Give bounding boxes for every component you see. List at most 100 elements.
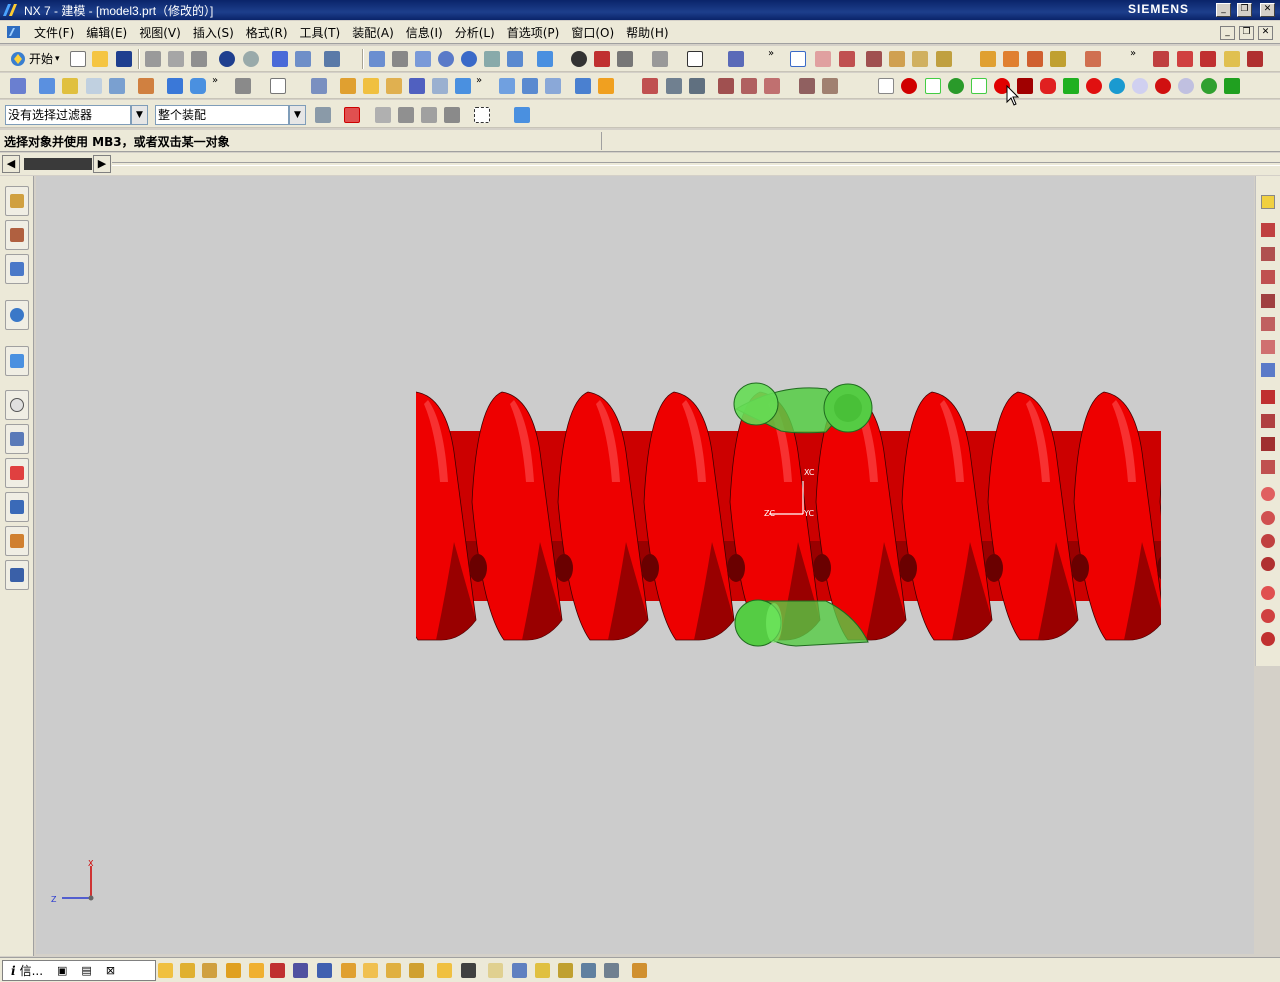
undo-icon[interactable] [219,51,235,67]
detail-view-icon[interactable] [535,963,550,978]
zoom-in-icon[interactable] [438,51,454,67]
balloon-icon[interactable] [341,963,356,978]
fillet-curve-icon[interactable] [1224,51,1240,67]
offset-curve-icon[interactable] [741,78,757,94]
paste-icon[interactable] [191,51,207,67]
offset-face-icon[interactable] [499,78,515,94]
mid-point-icon[interactable] [839,51,855,67]
mate-component-icon[interactable] [1027,51,1043,67]
red-cylinder-icon[interactable] [1040,78,1056,94]
open-file-icon[interactable] [92,51,108,67]
scroll-left-button[interactable]: ◀ [2,155,20,173]
render-style-icon[interactable] [571,51,587,67]
arc-center-icon[interactable] [1261,460,1275,474]
arc-three-point-icon[interactable] [1261,390,1275,404]
hole-icon[interactable] [138,78,154,94]
bisector-line-icon[interactable] [1261,340,1275,354]
circle-three-point-icon[interactable] [1261,632,1275,646]
red-gear-icon[interactable] [1155,78,1171,94]
note-icon[interactable] [202,963,217,978]
view-icon[interactable] [488,963,503,978]
reuse-library-tab[interactable] [5,300,29,330]
hatch-icon[interactable] [386,963,401,978]
document-minimize-button[interactable]: _ [1220,26,1235,40]
system-scene-tab[interactable] [5,560,29,590]
tile-window-icon[interactable]: ▣ [57,964,67,977]
shaded-icon[interactable] [594,51,610,67]
toolbar-overflow-icon[interactable]: » [476,75,482,86]
information-window-tab[interactable]: i 信... ▣ ▤ ⊠ [2,960,156,981]
copy-icon[interactable] [168,51,184,67]
menu-information[interactable]: 信息(I) [400,24,449,41]
history-tab[interactable] [5,390,29,420]
shell-icon[interactable] [311,78,327,94]
menu-file[interactable]: 文件(F) [28,24,80,41]
curve-rule-icon[interactable] [421,107,437,123]
measure-distance-icon[interactable] [889,51,905,67]
curve-edit-icon[interactable] [1200,51,1216,67]
arc-tool-icon[interactable] [1261,247,1275,261]
circle-icon[interactable] [1261,487,1275,501]
symbol-icon[interactable] [437,963,452,978]
divide-curve-icon[interactable] [1247,51,1263,67]
roles-tab[interactable] [5,526,29,556]
manufacturing-wizards-tab[interactable] [5,492,29,522]
selection-scope-select[interactable]: 整个装配 [155,105,289,125]
chamfer-icon[interactable] [363,78,379,94]
gear-icon[interactable] [1132,78,1148,94]
break-view-icon[interactable] [558,963,573,978]
pattern-icon[interactable] [455,78,471,94]
rectangle-select-icon[interactable] [474,107,490,123]
add-component-icon[interactable] [1003,51,1019,67]
dimension-icon[interactable] [158,963,173,978]
part-navigator-tab[interactable] [5,254,29,284]
green-wheel-icon[interactable] [1201,78,1217,94]
thread-icon[interactable] [409,78,425,94]
zoom-box-icon[interactable] [392,51,408,67]
menu-assemblies[interactable]: 装配(A) [346,24,400,41]
zoom-icon[interactable] [415,51,431,67]
annotation-icon[interactable] [180,963,195,978]
centerline-icon[interactable] [363,963,378,978]
system-materials-tab[interactable] [5,424,29,454]
end-point-icon[interactable] [815,51,831,67]
line-tool-icon[interactable] [1261,223,1275,237]
menu-insert[interactable]: 插入(S) [187,24,240,41]
view-orientation-icon[interactable] [537,51,553,67]
menu-preferences[interactable]: 首选项(P) [501,24,566,41]
scroll-right-button[interactable]: ▶ [93,155,111,173]
blank-icon[interactable] [878,78,894,94]
reposition-icon[interactable] [1050,51,1066,67]
draft-icon[interactable] [386,78,402,94]
explode-icon[interactable] [1085,51,1101,67]
spline-icon[interactable] [689,78,705,94]
sketch-icon[interactable] [39,78,55,94]
block-icon[interactable] [167,78,183,94]
menu-edit[interactable]: 编辑(E) [80,24,133,41]
target-point-icon[interactable] [317,963,332,978]
edit-object-icon[interactable] [272,51,288,67]
circle-tangent-icon[interactable] [1261,511,1275,525]
start-button[interactable]: 开始 ▾ [10,50,60,67]
part-navigator-icon[interactable] [10,78,26,94]
menu-tools[interactable]: 工具(T) [294,24,347,41]
red-ring-icon[interactable] [1086,78,1102,94]
snap-toggle-icon[interactable] [1261,195,1275,209]
intersection-curve-icon[interactable] [799,78,815,94]
revolve-icon[interactable] [86,78,102,94]
toolbar-overflow-icon[interactable]: » [1130,48,1136,59]
edge-blend-icon[interactable] [340,78,356,94]
select-box-icon[interactable] [514,107,530,123]
datum-plane-icon[interactable] [270,78,286,94]
color-square-icon[interactable] [687,51,703,67]
extract-curve-icon[interactable] [822,78,838,94]
menu-window[interactable]: 窗口(O) [565,24,620,41]
minimize-button[interactable]: _ [1216,3,1231,17]
spur-gear-icon[interactable] [1178,78,1194,94]
perspective-icon[interactable] [507,51,523,67]
surface-icon[interactable] [575,78,591,94]
model-canvas[interactable]: XC ZC YC X Z [36,176,1254,954]
menu-analysis[interactable]: 分析(L) [449,24,501,41]
cut-icon[interactable] [145,51,161,67]
extend-curve-icon[interactable] [1177,51,1193,67]
